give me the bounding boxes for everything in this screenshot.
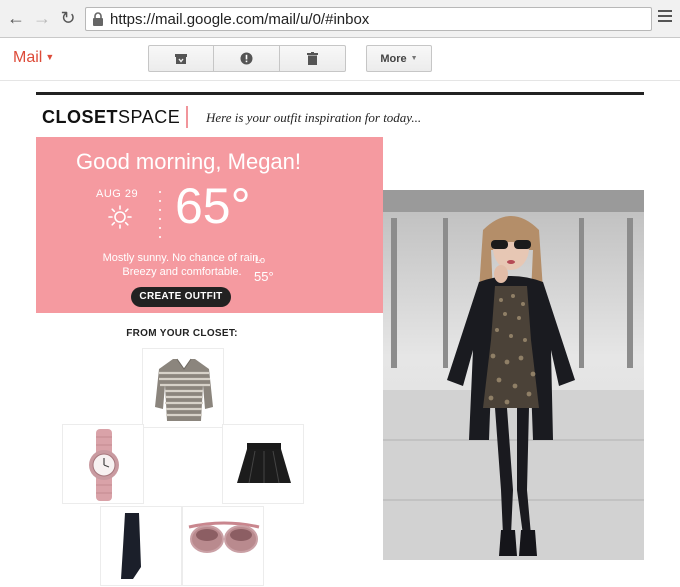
mail-switcher[interactable]: Mail ▼ bbox=[13, 49, 54, 67]
trash-icon bbox=[307, 52, 318, 65]
forecast-line-2: Breezy and comfortable. bbox=[122, 266, 242, 278]
address-bar[interactable]: https://mail.google.com/mail/u/0/#inbox bbox=[85, 7, 652, 31]
closet-item-boots[interactable] bbox=[100, 506, 182, 586]
temperature: 65° bbox=[175, 178, 251, 234]
top-divider bbox=[36, 92, 644, 95]
closet-item-shirt[interactable] bbox=[142, 348, 224, 428]
brand-divider bbox=[186, 106, 188, 128]
archive-icon bbox=[175, 53, 187, 64]
report-spam-button[interactable] bbox=[214, 45, 280, 72]
url-text: https://mail.google.com/mail/u/0/#inbox bbox=[110, 11, 370, 28]
menu-icon[interactable] bbox=[658, 10, 672, 24]
mail-label: Mail bbox=[13, 49, 43, 66]
browser-toolbar: ← → ↻ https://mail.google.com/mail/u/0/#… bbox=[0, 0, 680, 38]
weather-panel: Good morning, Megan! AUG 29 65° Lo 55° M… bbox=[36, 137, 383, 313]
sun-icon bbox=[108, 205, 132, 229]
more-label: More bbox=[380, 52, 407, 65]
brand-bold: CLOSET bbox=[42, 107, 119, 127]
more-button[interactable]: More ▼ bbox=[366, 45, 432, 72]
weather-date: AUG 29 bbox=[96, 188, 139, 200]
archive-button[interactable] bbox=[148, 45, 214, 72]
chevron-down-icon: ▼ bbox=[45, 52, 55, 62]
lock-icon bbox=[93, 12, 103, 26]
closet-item-skirt[interactable] bbox=[222, 424, 304, 504]
shirt-image bbox=[155, 358, 213, 421]
forecast-line-1: Mostly sunny. No chance of rain. bbox=[102, 252, 262, 264]
outfit-photo[interactable] bbox=[383, 190, 644, 560]
greeting: Good morning, Megan! bbox=[76, 149, 302, 174]
email-body: CLOSETSPACE Here is your outfit inspirat… bbox=[36, 92, 644, 586]
report-spam-icon bbox=[240, 52, 253, 65]
boots-image bbox=[121, 513, 141, 579]
action-button-group bbox=[148, 45, 346, 72]
create-outfit-button[interactable]: CREATE OUTFIT bbox=[131, 287, 231, 307]
brand-rest: SPACE bbox=[118, 107, 181, 127]
closet-item-watch[interactable] bbox=[62, 424, 144, 504]
forward-icon[interactable]: → bbox=[32, 8, 52, 28]
closet-item-sunglasses[interactable] bbox=[182, 506, 264, 586]
mail-toolbar: Mail ▼ More ▼ bbox=[0, 39, 680, 81]
skirt-image bbox=[237, 443, 291, 484]
weather-divider bbox=[158, 191, 162, 243]
chevron-down-icon: ▼ bbox=[410, 55, 418, 62]
back-icon[interactable]: ← bbox=[6, 8, 26, 28]
forecast: Mostly sunny. No chance of rain. Breezy … bbox=[36, 251, 328, 279]
delete-button[interactable] bbox=[280, 45, 346, 72]
brand-logo[interactable]: CLOSETSPACE bbox=[42, 107, 180, 128]
watch-image bbox=[89, 429, 119, 501]
closet-title: FROM YOUR CLOSET: bbox=[126, 328, 238, 339]
sunglasses-image bbox=[188, 521, 260, 553]
tagline: Here is your outfit inspiration for toda… bbox=[206, 110, 422, 125]
outfit-photo-image bbox=[383, 190, 644, 560]
reload-icon[interactable]: ↻ bbox=[58, 8, 78, 28]
